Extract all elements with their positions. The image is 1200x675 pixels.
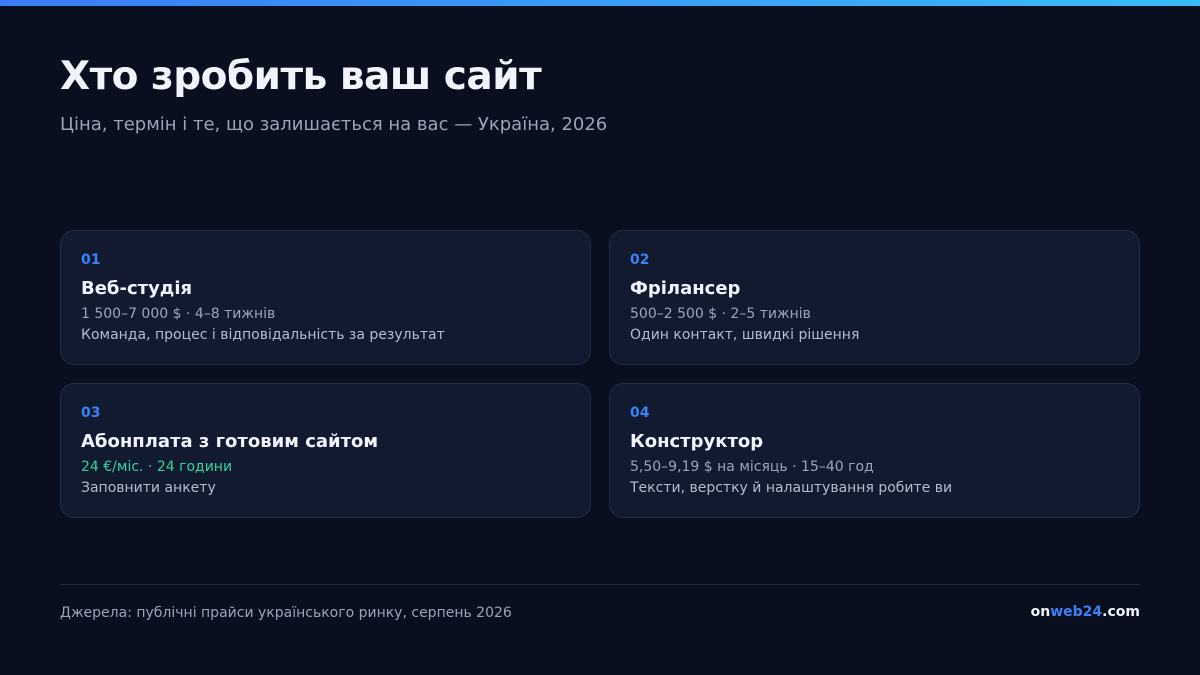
brand-suffix: .com: [1102, 604, 1140, 620]
page-title: Хто зробить ваш сайт: [60, 54, 542, 99]
card-price-term: 500–2 500 $ · 2–5 тижнів: [630, 306, 811, 322]
brand-highlight: web24: [1050, 604, 1103, 620]
brand-logo[interactable]: onweb24.com: [1031, 604, 1140, 620]
option-card-web-studio: 01 Веб-студія 1 500–7 000 $ · 4–8 тижнів…: [60, 230, 591, 365]
card-number: 04: [630, 405, 650, 421]
card-price-term: 5,50–9,19 $ на місяць · 15–40 год: [630, 459, 874, 475]
card-description: Один контакт, швидкі рішення: [630, 327, 860, 343]
sources-note: Джерела: публічні прайси українського ри…: [60, 605, 512, 621]
option-card-constructor: 04 Конструктор 5,50–9,19 $ на місяць · 1…: [609, 383, 1140, 518]
option-card-freelancer: 02 Фрілансер 500–2 500 $ · 2–5 тижнів Од…: [609, 230, 1140, 365]
card-title: Абонплата з готовим сайтом: [81, 431, 379, 452]
options-grid: 01 Веб-студія 1 500–7 000 $ · 4–8 тижнів…: [60, 230, 1140, 518]
card-description: Тексти, верстку й налаштування робите ви: [630, 480, 953, 496]
card-title: Конструктор: [630, 431, 764, 452]
card-description: Заповнити анкету: [81, 480, 216, 496]
card-number: 01: [81, 252, 101, 268]
card-price-term: 1 500–7 000 $ · 4–8 тижнів: [81, 306, 276, 322]
top-accent-bar: [0, 0, 1200, 6]
card-number: 02: [630, 252, 650, 268]
card-price-term: 24 €/міс. · 24 години: [81, 459, 233, 475]
card-title: Веб-студія: [81, 278, 193, 299]
card-description: Команда, процес і відповідальність за ре…: [81, 327, 445, 343]
brand-prefix: on: [1030, 604, 1051, 620]
card-number: 03: [81, 405, 101, 421]
card-title: Фрілансер: [630, 278, 741, 299]
footer-divider: [60, 584, 1140, 585]
page-subtitle: Ціна, термін і те, що залишається на вас…: [60, 114, 608, 135]
option-card-subscription: 03 Абонплата з готовим сайтом 24 €/міс. …: [60, 383, 591, 518]
